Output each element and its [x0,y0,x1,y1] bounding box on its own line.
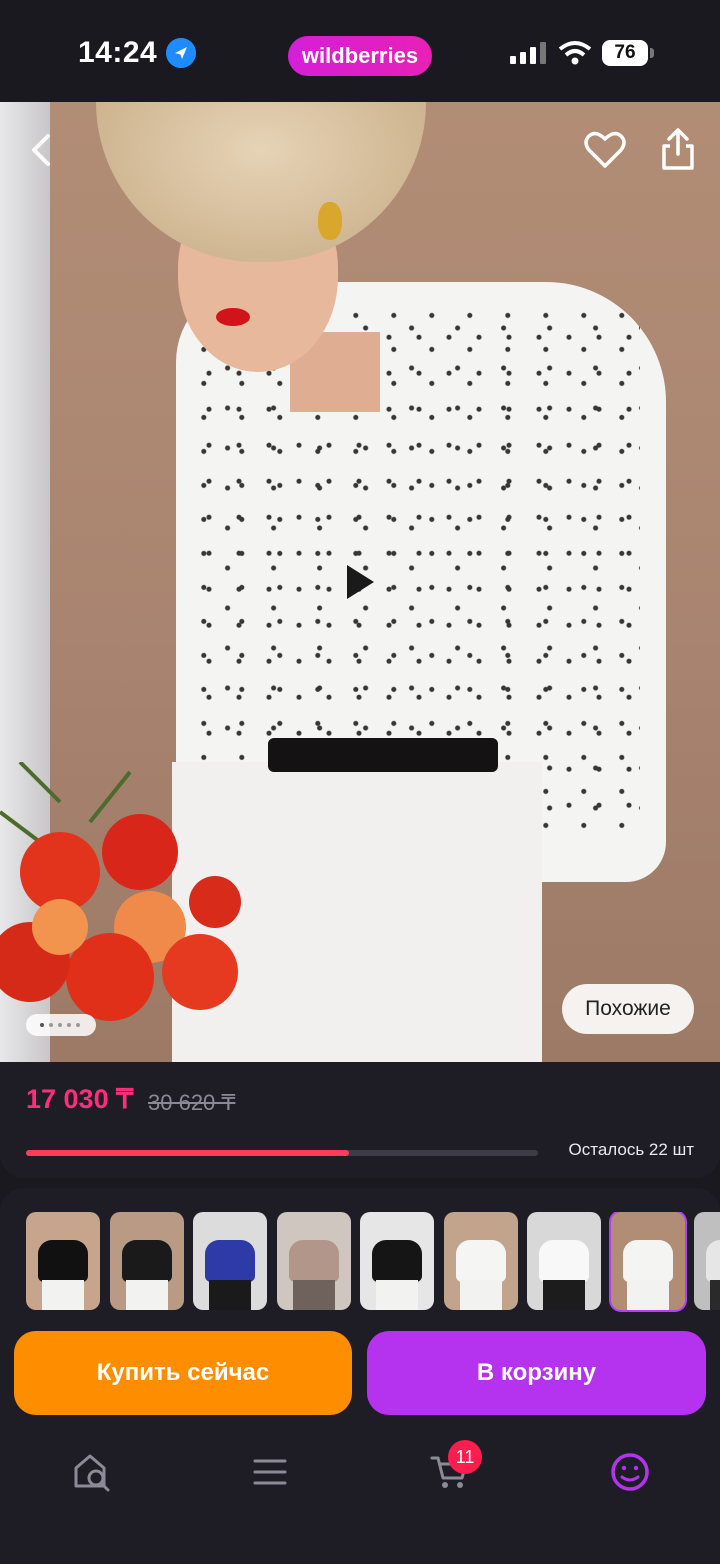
image-belt [268,738,498,772]
color-variant-thumbnail[interactable] [527,1212,601,1310]
cart-count-badge: 11 [448,1440,482,1474]
status-time: 14:24 [78,36,158,69]
thumbnail-bottom [376,1280,418,1310]
gallery-dot [67,1023,71,1027]
thumbnail-bottom [543,1280,585,1310]
thumbnail-bottom [209,1280,251,1310]
home-search-icon[interactable] [72,1452,112,1492]
color-variant-thumbnail[interactable] [276,1212,351,1310]
color-variant-thumbnail[interactable] [443,1212,518,1310]
thumbnail-top [455,1240,506,1282]
image-lips [216,308,250,326]
thumbnail-bottom [710,1280,720,1310]
color-variant-thumbnail[interactable] [109,1212,184,1310]
thumbnail-bottom [125,1280,168,1310]
color-variant-thumbnail[interactable] [360,1212,434,1310]
product-image-gallery[interactable]: Похожие [0,102,720,1062]
thumbnail-top [539,1240,589,1282]
buy-now-button[interactable]: Купить сейчас [14,1331,352,1415]
add-to-cart-button[interactable]: В корзину [367,1331,706,1415]
image-hair [96,102,426,262]
favorite-heart-icon[interactable] [584,130,626,170]
price-card: 17 030 ₸ 30 620 ₸ Осталось 22 шт [0,1062,720,1178]
status-bar: 14:24 wildberries 76 [0,0,720,102]
thumbnail-top [372,1240,422,1282]
stock-progress-bar [26,1150,538,1156]
color-variants-list[interactable] [0,1212,720,1312]
thumbnail-bottom [292,1280,335,1310]
thumbnail-bottom [626,1280,669,1310]
play-video-icon[interactable] [322,557,392,607]
thumbnail-top [288,1240,339,1282]
gallery-dot [58,1023,62,1027]
brand-logo: wildberries [288,36,432,76]
battery-icon [650,48,654,58]
battery-level: 76 [602,40,648,66]
thumbnail-top [121,1240,172,1282]
thumbnail-top [706,1240,720,1282]
profile-icon[interactable] [610,1452,650,1492]
old-price: 30 620 ₸ [148,1090,236,1115]
wifi-icon [558,41,592,65]
thumbnail-bottom [459,1280,502,1310]
color-variant-thumbnail[interactable] [26,1212,100,1310]
current-price: 17 030 ₸ [26,1084,134,1114]
thumbnail-bottom [42,1280,84,1310]
gallery-dot [76,1023,80,1027]
location-arrow-icon [166,38,196,68]
back-chevron-icon[interactable] [24,130,60,170]
share-icon[interactable] [660,126,696,172]
bottom-tab-bar [0,1436,720,1564]
thumbnail-top [205,1240,255,1282]
color-variant-thumbnail[interactable] [193,1212,267,1310]
color-variant-thumbnail[interactable] [694,1212,720,1310]
gallery-dot [40,1023,44,1027]
catalog-menu-icon[interactable] [250,1452,290,1492]
image-bouquet [0,762,241,1021]
gallery-dot [49,1023,53,1027]
similar-button[interactable]: Похожие [562,984,694,1034]
gallery-page-indicator [26,1014,96,1036]
thumbnail-top [622,1240,673,1282]
color-variant-thumbnail[interactable] [608,1212,687,1312]
stock-progress-fill [26,1150,349,1156]
thumbnail-top [38,1240,88,1282]
stock-remaining-text: Осталось 22 шт [568,1140,694,1159]
image-earring [318,202,342,240]
cellular-signal-icon [510,42,546,64]
